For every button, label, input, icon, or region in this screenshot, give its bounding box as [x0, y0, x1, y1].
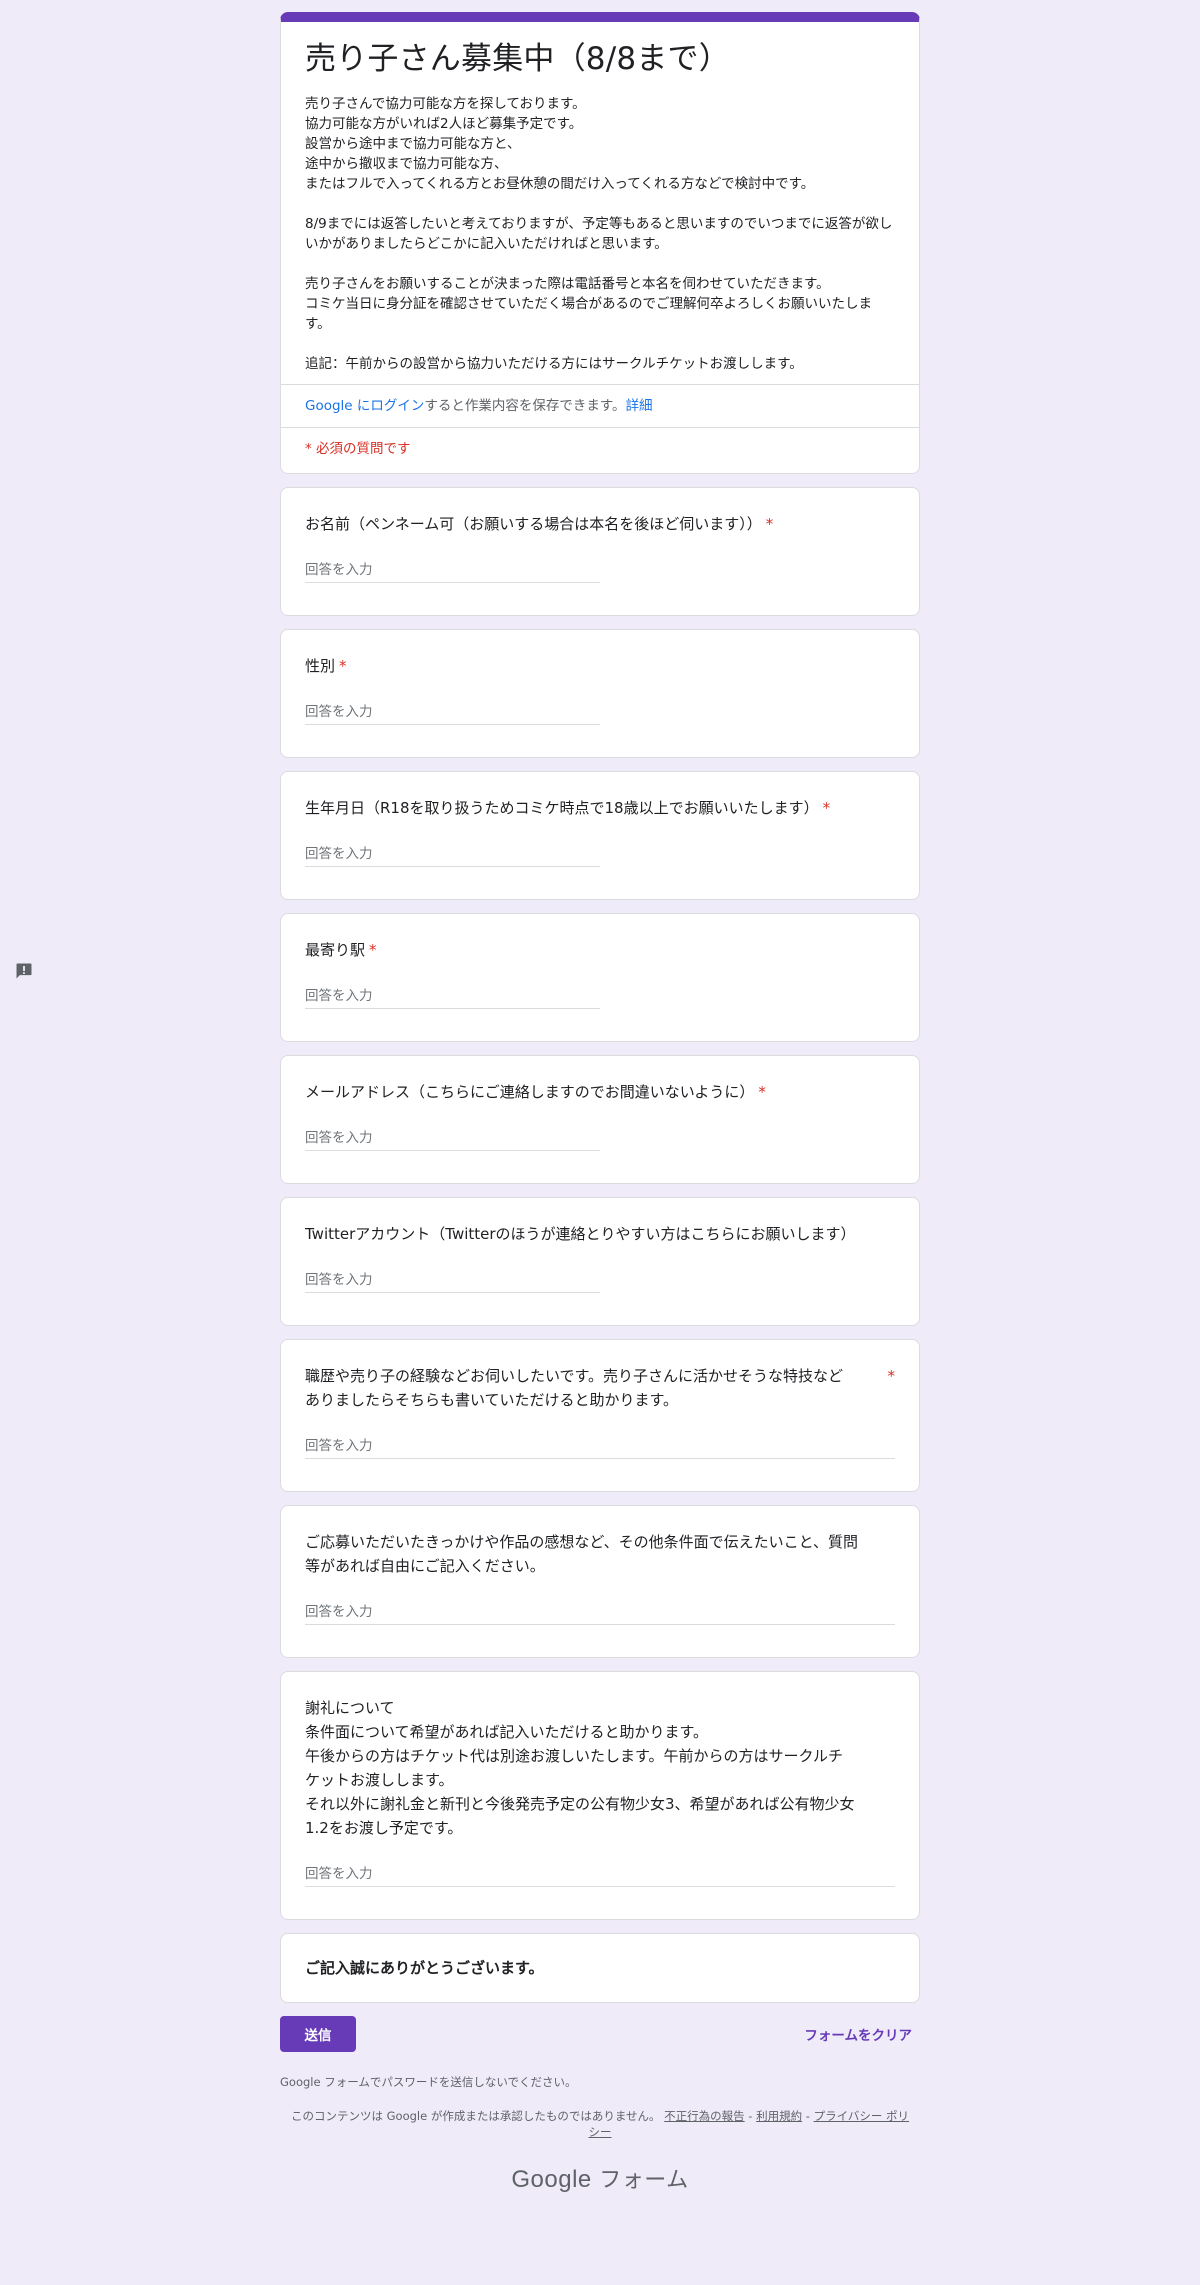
forms-wordmark: フォーム — [591, 2168, 689, 2193]
answer-input-station[interactable] — [305, 986, 600, 1009]
question-title: 最寄り駅 * — [305, 941, 377, 959]
login-notice: Google にログインすると作業内容を保存できます。詳細 — [281, 384, 919, 427]
question-title: ご応募いただいたきっかけや作品の感想など、その他条件面で伝えたいこと、質問 等が… — [305, 1533, 859, 1575]
answer-input-comments[interactable] — [305, 1602, 895, 1625]
question-title: 謝礼について 条件面について希望があれば記入いただけると助かります。 午後からの… — [305, 1699, 855, 1837]
question-title: 生年月日（R18を取り扱うためコミケ時点で18歳以上でお願いいたします） * — [305, 799, 831, 817]
disclaimer-text: このコンテンツは Google が作成または承認したものではありません。 — [290, 2109, 661, 2123]
answer-input-reward[interactable] — [305, 1864, 895, 1887]
question-card-comments: ご応募いただいたきっかけや作品の感想など、その他条件面で伝えたいこと、質問 等が… — [280, 1505, 920, 1658]
password-warning: Google フォームでパスワードを送信しないでください。 — [280, 2075, 577, 2089]
google-login-link[interactable]: Google にログイン — [305, 398, 424, 414]
question-card-email: メールアドレス（こちらにご連絡しますのでお間違いないように） * — [280, 1055, 920, 1184]
google-wordmark: Google — [511, 2166, 592, 2193]
form-container: 売り子さん募集中（8/8まで） 売り子さんで協力可能な方を探しております。 協力… — [280, 12, 920, 2194]
required-asterisk: * — [369, 941, 377, 959]
answer-input-gender[interactable] — [305, 702, 600, 725]
question-title: 性別 * — [305, 657, 347, 675]
form-description: 売り子さんで協力可能な方を探しております。 協力可能な方がいれば2人ほど募集予定… — [305, 96, 893, 372]
answer-input-name[interactable] — [305, 560, 600, 583]
google-forms-logo[interactable]: Google フォーム — [280, 2162, 920, 2194]
answer-input-birthdate[interactable] — [305, 844, 600, 867]
required-asterisk: * — [339, 657, 347, 675]
answer-input-email[interactable] — [305, 1128, 600, 1151]
separator: - — [802, 2109, 814, 2123]
form-header-card: 売り子さん募集中（8/8まで） 売り子さんで協力可能な方を探しております。 協力… — [280, 12, 920, 474]
form-actions: 送信 フォームをクリア — [280, 2016, 920, 2052]
question-title: Twitterアカウント（Twitterのほうが連絡とりやすい方はこちらにお願い… — [305, 1225, 856, 1243]
disclaimer: このコンテンツは Google が作成または承認したものではありません。 不正行… — [280, 2108, 920, 2140]
login-notice-text: すると作業内容を保存できます。 — [424, 398, 626, 414]
question-card-twitter: Twitterアカウント（Twitterのほうが連絡とりやすい方はこちらにお願い… — [280, 1197, 920, 1326]
required-asterisk: * — [765, 515, 774, 533]
form-title: 売り子さん募集中（8/8まで） — [305, 41, 730, 77]
thanks-card: ご記入誠にありがとうございます。 — [280, 1933, 920, 2003]
question-title: メールアドレス（こちらにご連絡しますのでお間違いないように） * — [305, 1083, 766, 1101]
question-card-experience: 職歴や売り子の経験などお伺いしたいです。売り子さんに活かせそうな特技など ありま… — [280, 1339, 920, 1492]
required-asterisk: * — [887, 1367, 896, 1385]
submit-button[interactable]: 送信 — [280, 2016, 356, 2052]
question-card-name: お名前（ペンネーム可（お願いする場合は本名を後ほど伺います）） * — [280, 487, 920, 616]
question-card-gender: 性別 * — [280, 629, 920, 758]
login-detail-link[interactable]: 詳細 — [626, 398, 653, 414]
required-asterisk: * — [758, 1083, 766, 1101]
question-card-reward: 謝礼について 条件面について希望があれば記入いただけると助かります。 午後からの… — [280, 1671, 920, 1920]
question-title: 職歴や売り子の経験などお伺いしたいです。売り子さんに活かせそうな特技など ありま… — [305, 1364, 895, 1412]
question-card-station: 最寄り駅 * — [280, 913, 920, 1042]
clear-form-button[interactable]: フォームをクリア — [796, 2016, 920, 2052]
answer-input-twitter[interactable] — [305, 1270, 600, 1293]
question-card-birthdate: 生年月日（R18を取り扱うためコミケ時点で18歳以上でお願いいたします） * — [280, 771, 920, 900]
required-asterisk: * — [822, 799, 831, 817]
report-feedback-icon[interactable] — [14, 961, 34, 981]
question-title: お名前（ペンネーム可（お願いする場合は本名を後ほど伺います）） * — [305, 515, 774, 533]
report-abuse-link[interactable]: 不正行為の報告 — [664, 2109, 745, 2123]
answer-input-experience[interactable] — [305, 1436, 895, 1459]
required-note: * 必須の質問です — [281, 427, 919, 473]
terms-link[interactable]: 利用規約 — [756, 2109, 802, 2123]
separator: - — [744, 2109, 757, 2123]
